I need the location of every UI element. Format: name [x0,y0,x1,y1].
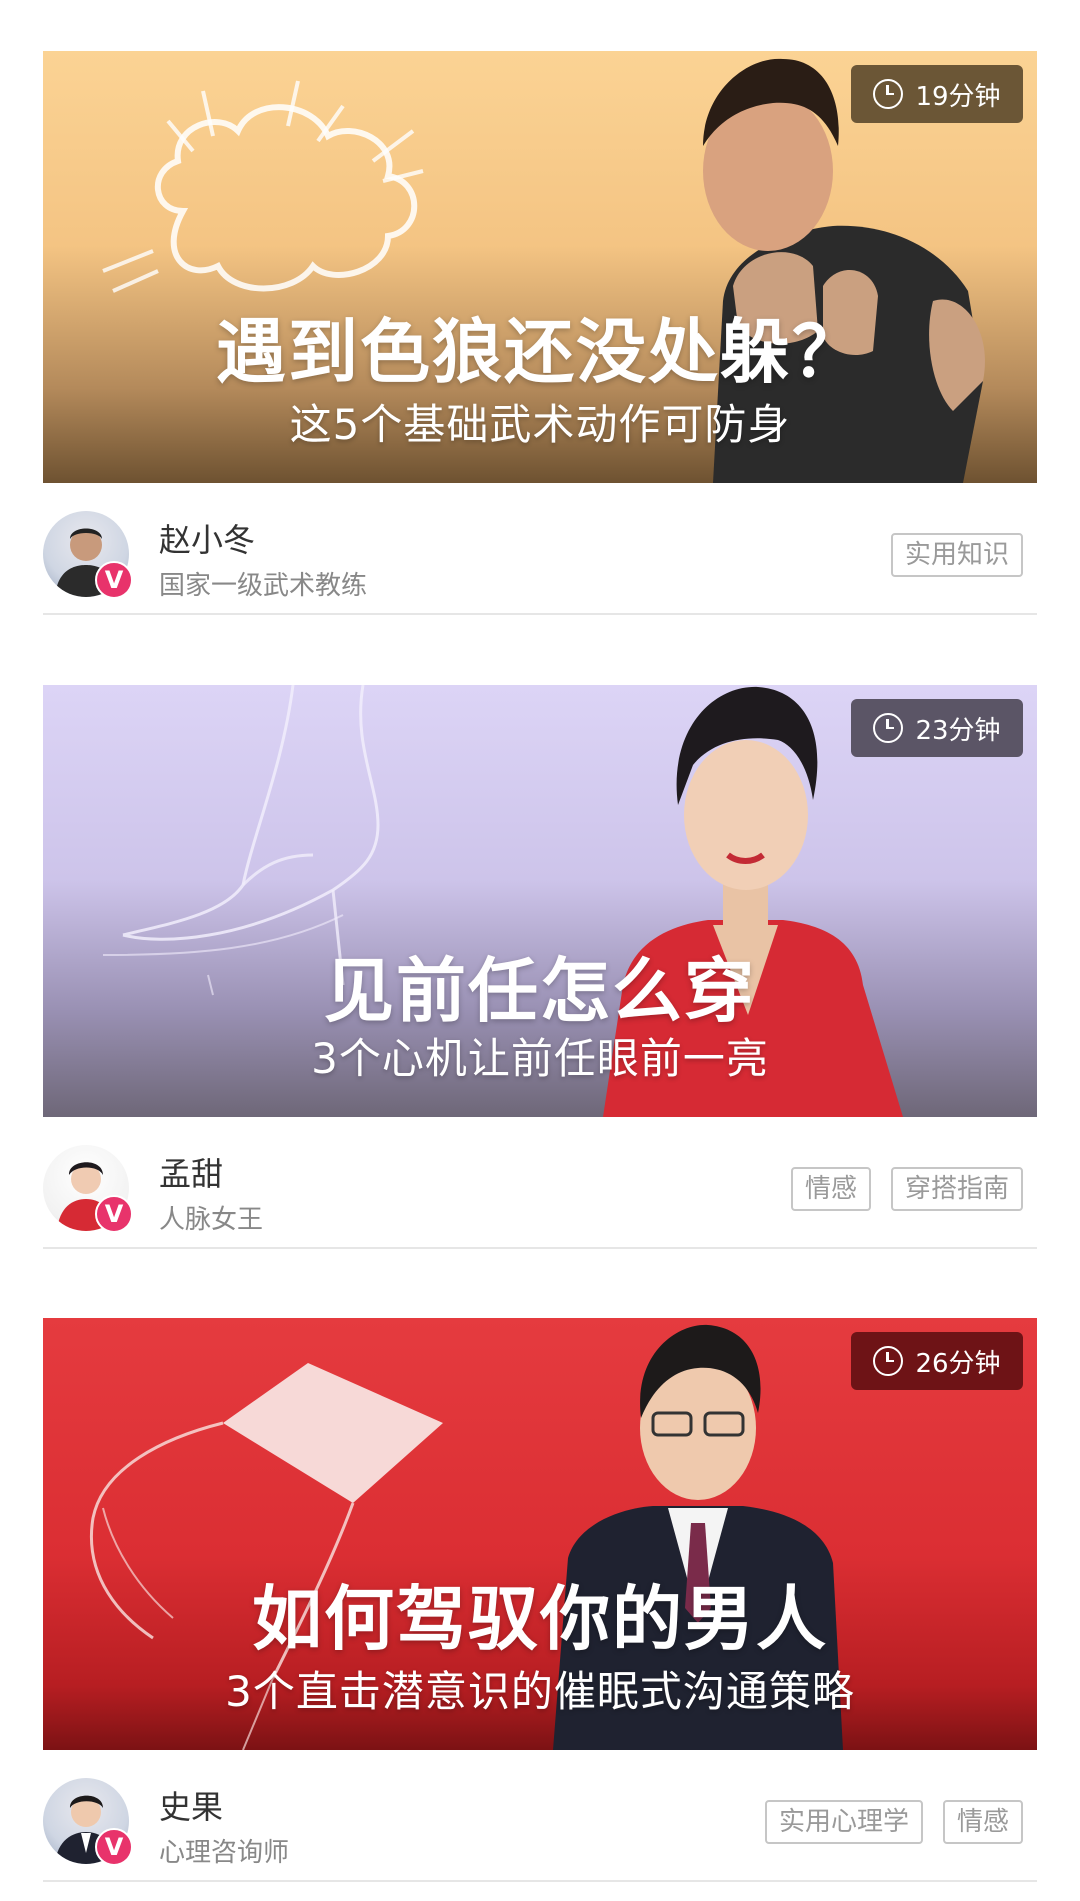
course-subtitle: 这5个基础武术动作可防身 [289,400,791,449]
author-name[interactable]: 孟甜 [159,1149,223,1195]
duration-badge: 23分钟 [851,699,1023,757]
tag-list: 实用知识 [890,533,1023,577]
tag[interactable]: 穿搭指南 [890,1167,1023,1211]
author-role: 国家一级武术教练 [159,571,368,601]
course-title: 遇到色狼还没处躲？ [216,311,864,393]
course-card[interactable]: 23分钟 见前任怎么穿 3个心机让前任眼前一亮 V 孟甜 人脉女王 情感 穿搭指… [43,685,1037,1249]
clock-icon [873,79,904,109]
tag[interactable]: 实用心理学 [764,1800,923,1844]
duration-text: 26分钟 [915,1348,1001,1379]
tag[interactable]: 实用知识 [890,533,1023,577]
course-card[interactable]: 19分钟 遇到色狼还没处躲？ 这5个基础武术动作可防身 V 赵小冬 国家一级武术… [43,51,1037,615]
clock-icon [873,713,904,743]
duration-badge: 26分钟 [851,1332,1023,1390]
tag[interactable]: 情感 [942,1800,1023,1844]
verified-badge: V [95,1195,133,1233]
course-subtitle: 3个心机让前任眼前一亮 [311,1034,769,1083]
tag-list: 实用心理学 情感 [764,1800,1023,1844]
clock-icon [873,1346,904,1376]
author-role: 心理咨询师 [159,1838,290,1868]
course-subtitle: 3个直击潜意识的催眠式沟通策略 [225,1667,855,1716]
duration-text: 23分钟 [915,715,1001,746]
author-role: 人脉女王 [159,1205,264,1235]
course-banner[interactable]: 23分钟 见前任怎么穿 3个心机让前任眼前一亮 [43,685,1037,1117]
tag-list: 情感 穿搭指南 [790,1167,1023,1211]
course-card[interactable]: 26分钟 如何驾驭你的男人 3个直击潜意识的催眠式沟通策略 V 史果 心理咨询师… [43,1318,1037,1882]
duration-text: 19分钟 [915,81,1001,112]
course-banner[interactable]: 19分钟 遇到色狼还没处躲？ 这5个基础武术动作可防身 [43,51,1037,483]
course-banner[interactable]: 26分钟 如何驾驭你的男人 3个直击潜意识的催眠式沟通策略 [43,1318,1037,1750]
course-title: 如何驾驭你的男人 [252,1578,828,1660]
course-title: 见前任怎么穿 [324,950,756,1032]
course-feed: 19分钟 遇到色狼还没处躲？ 这5个基础武术动作可防身 V 赵小冬 国家一级武术… [0,0,1080,1901]
duration-badge: 19分钟 [851,65,1023,123]
author-name[interactable]: 赵小冬 [159,515,255,561]
author-name[interactable]: 史果 [159,1782,223,1828]
author-row[interactable]: V 孟甜 人脉女王 情感 穿搭指南 [43,1117,1037,1249]
author-row[interactable]: V 史果 心理咨询师 实用心理学 情感 [43,1750,1037,1882]
tag[interactable]: 情感 [790,1167,871,1211]
author-row[interactable]: V 赵小冬 国家一级武术教练 实用知识 [43,483,1037,615]
verified-badge: V [95,561,133,599]
verified-badge: V [95,1828,133,1866]
